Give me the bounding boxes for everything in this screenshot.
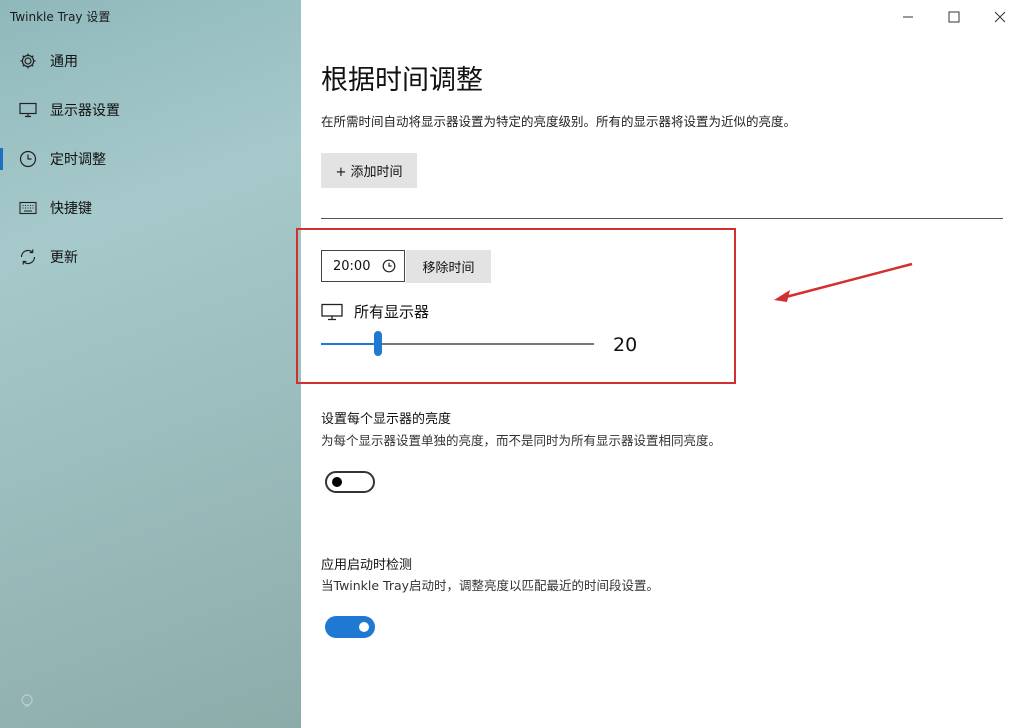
sidebar: Twinkle Tray 设置 通用 显示器设置 定时调整 快捷键 更新	[0, 0, 301, 728]
page-title: 根据时间调整	[321, 65, 483, 96]
page-description: 在所需时间自动将显示器设置为特定的亮度级别。所有的显示器将设置为近似的亮度。	[321, 114, 797, 129]
sidebar-item-update[interactable]: 更新	[0, 232, 301, 281]
minimize-icon[interactable]	[897, 6, 919, 28]
window-title: Twinkle Tray 设置	[10, 10, 111, 24]
clock-icon	[18, 149, 38, 169]
sidebar-item-label: 定时调整	[50, 151, 106, 168]
toggle-knob	[332, 477, 342, 487]
sidebar-item-label: 显示器设置	[50, 102, 120, 119]
sidebar-item-general[interactable]: 通用	[0, 36, 301, 85]
per-monitor-description: 为每个显示器设置单独的亮度，而不是同时为所有显示器设置相同亮度。	[321, 433, 722, 448]
keyboard-icon	[18, 198, 38, 218]
sidebar-item-monitor-settings[interactable]: 显示器设置	[0, 85, 301, 134]
sidebar-item-hotkeys[interactable]: 快捷键	[0, 183, 301, 232]
annotation-highlight-box	[296, 228, 736, 384]
gear-icon	[18, 51, 38, 71]
sidebar-item-label: 更新	[50, 249, 78, 266]
startup-check-title: 应用启动时检测	[321, 558, 413, 573]
divider	[321, 218, 1003, 219]
toggle-knob	[359, 622, 369, 632]
monitor-icon	[18, 100, 38, 120]
annotation-arrow-icon	[774, 262, 913, 302]
sidebar-nav: 通用 显示器设置 定时调整 快捷键 更新	[0, 36, 301, 281]
refresh-icon	[18, 247, 38, 267]
sidebar-item-label: 通用	[50, 53, 78, 70]
per-monitor-title: 设置每个显示器的亮度	[321, 412, 452, 427]
sidebar-item-schedule[interactable]: 定时调整	[0, 134, 301, 183]
close-icon[interactable]	[989, 6, 1011, 28]
sidebar-item-label: 快捷键	[50, 200, 92, 217]
startup-check-description: 当Twinkle Tray启动时，调整亮度以匹配最近的时间段设置。	[321, 578, 660, 593]
add-time-button[interactable]: + 添加时间	[321, 153, 417, 188]
startup-check-toggle[interactable]	[325, 616, 375, 638]
per-monitor-toggle[interactable]	[325, 471, 375, 493]
maximize-icon[interactable]	[943, 6, 965, 28]
lightbulb-icon	[18, 692, 36, 710]
